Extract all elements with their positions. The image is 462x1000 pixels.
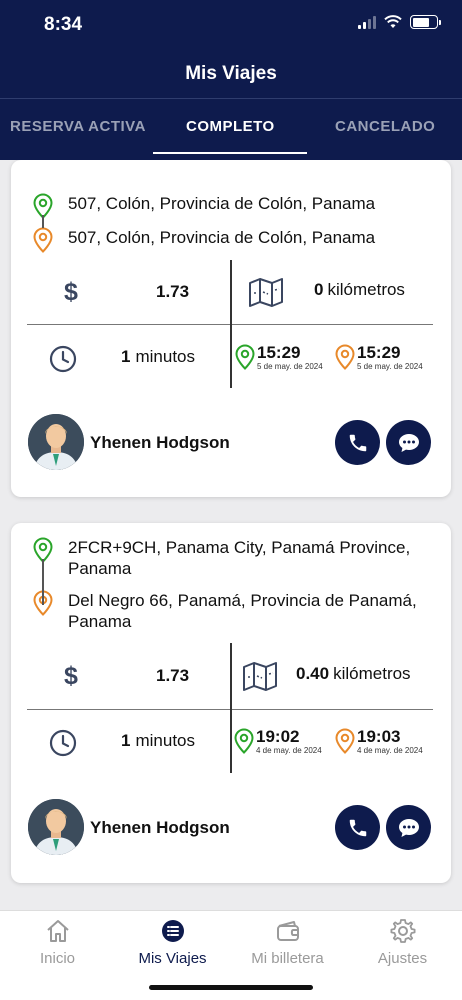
distance-unit: kilómetros	[333, 664, 411, 683]
chat-button[interactable]	[386, 805, 431, 850]
phone-icon	[349, 819, 366, 836]
start-date: 4 de may. de 2024	[256, 746, 322, 755]
driver-name: Yhenen Hodgson	[90, 433, 230, 452]
trip-card[interactable]: 507, Colón, Provincia de Colón, Panama 5…	[11, 160, 451, 497]
destination-pin-icon	[33, 227, 53, 253]
nav-label: Ajustes	[377, 950, 428, 967]
destination-pin-icon	[335, 344, 355, 370]
clock-icon	[49, 729, 77, 757]
start-date: 5 de may. de 2024	[257, 362, 323, 371]
route-connector	[42, 559, 44, 605]
end-date: 5 de may. de 2024	[357, 362, 423, 371]
end-date: 4 de may. de 2024	[357, 746, 423, 755]
divider	[230, 643, 232, 773]
call-button[interactable]	[335, 805, 380, 850]
avatar	[28, 799, 84, 855]
fare-amount: 1.73	[156, 282, 190, 301]
route-connector	[42, 215, 44, 228]
start-time-group: 19:02 4 de may. de 2024	[234, 728, 322, 755]
distance-value: 0.40	[296, 664, 330, 683]
wifi-icon	[384, 15, 402, 28]
battery-icon	[410, 15, 441, 29]
origin-pin-icon	[235, 344, 255, 370]
home-indicator	[149, 985, 313, 990]
status-icons	[358, 15, 441, 29]
dollar-icon: $	[64, 277, 78, 306]
phone-icon	[349, 434, 366, 451]
call-button[interactable]	[335, 420, 380, 465]
duration-value: 1	[121, 731, 131, 750]
driver-name: Yhenen Hodgson	[90, 818, 230, 837]
fare-amount: 1.73	[156, 666, 190, 685]
chat-button[interactable]	[386, 420, 431, 465]
tab-cancelado[interactable]: CANCELADO	[335, 118, 435, 135]
tab-reserva-activa[interactable]: RESERVA ACTIVA	[10, 118, 146, 135]
nav-label: Inicio	[39, 950, 76, 967]
nav-ajustes[interactable]: Ajustes	[345, 917, 460, 967]
duration-unit: minutos	[135, 347, 195, 366]
active-tab-indicator	[153, 152, 307, 154]
gear-icon	[390, 919, 415, 943]
destination-address: 507, Colón, Provincia de Colón, Panama	[68, 228, 376, 247]
dollar-icon: $	[64, 661, 78, 690]
duration-unit: minutos	[135, 731, 195, 750]
signal-icon	[358, 15, 376, 29]
destination-address: Del Negro 66, Panamá, Provincia de Panam…	[68, 591, 417, 631]
list-icon	[161, 920, 184, 942]
duration-value: 1	[121, 347, 131, 366]
end-time: 15:29	[357, 343, 401, 362]
header-divider	[0, 98, 462, 99]
avatar	[28, 414, 84, 470]
nav-label: Mis Viajes	[138, 950, 207, 967]
divider	[230, 260, 232, 388]
end-time: 19:03	[357, 727, 401, 746]
destination-pin-icon	[335, 728, 355, 754]
tab-completo[interactable]: COMPLETO	[186, 118, 275, 135]
nav-inicio[interactable]: Inicio	[0, 917, 115, 967]
start-time: 19:02	[256, 727, 300, 746]
app-header: 8:34 Mis Viajes RESERVA ACTIVA COMPLETO …	[0, 0, 462, 160]
start-time: 15:29	[257, 343, 301, 362]
start-time-group: 15:29 5 de may. de 2024	[235, 344, 323, 371]
origin-address: 507, Colón, Provincia de Colón, Panama	[68, 194, 376, 213]
origin-pin-icon	[234, 728, 254, 754]
nav-mi-billetera[interactable]: Mi billetera	[230, 917, 345, 967]
chat-icon	[398, 818, 419, 837]
nav-label: Mi billetera	[251, 950, 324, 967]
home-icon	[46, 920, 69, 942]
page-title: Mis Viajes	[185, 63, 277, 84]
distance-unit: kilómetros	[327, 280, 405, 299]
status-time: 8:34	[44, 14, 83, 35]
wallet-icon	[276, 921, 299, 941]
trip-card[interactable]: 2FCR+9CH, Panama City, Panamá Province, …	[11, 523, 451, 883]
end-time-group: 15:29 5 de may. de 2024	[335, 344, 423, 371]
nav-mis-viajes[interactable]: Mis Viajes	[115, 917, 230, 967]
distance-value: 0	[314, 280, 324, 299]
chat-icon	[398, 433, 419, 452]
trip-list[interactable]: 507, Colón, Provincia de Colón, Panama 5…	[0, 160, 462, 910]
map-icon	[249, 278, 283, 307]
origin-address: 2FCR+9CH, Panama City, Panamá Province, …	[68, 538, 411, 578]
map-icon	[243, 662, 277, 691]
clock-icon	[49, 345, 77, 373]
end-time-group: 19:03 4 de may. de 2024	[335, 728, 423, 755]
